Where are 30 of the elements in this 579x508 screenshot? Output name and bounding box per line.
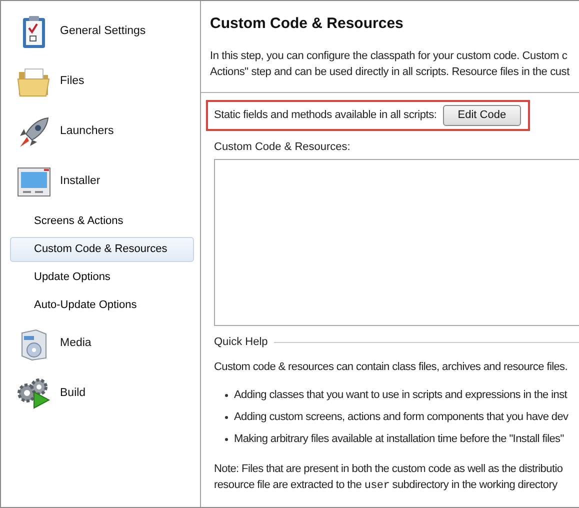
description-text: In this step, you can configure the classpath for your custom code. Custom c Actions" step and can be used directly in all scripts. Resource files in the cust [210, 48, 571, 80]
bullet-text: Making arbitrary files available at installation time before the "Install files" [234, 432, 564, 447]
bullet-text: Adding classes that you want to use in scripts and expressions in the inst [234, 388, 568, 403]
window-icon [17, 167, 51, 197]
gears-play-icon [17, 378, 51, 410]
bullet-icon [225, 438, 228, 440]
note-text: Note: Files that are present in both the custom code as well as the distributio resource file are extracted to the user subdirectory in the working directory [213, 462, 564, 494]
bullet-icon [225, 416, 228, 418]
sidebar-item[interactable]: General Settings [60, 23, 146, 41]
field-label: Static fields and methods available in all scripts: [214, 108, 437, 123]
sidebar-item[interactable]: Build [60, 385, 86, 403]
software-box-icon [19, 327, 49, 361]
edit-code-button[interactable]: Edit Code [442, 104, 522, 126]
sidebar-item[interactable]: Launchers [60, 123, 114, 141]
folder-icon [17, 66, 51, 98]
page-title: Custom Code & Resources [209, 14, 404, 34]
sidebar-item[interactable]: Custom Code & Resources [10, 236, 194, 262]
sidebar-item[interactable]: Update Options [10, 264, 194, 290]
sidebar-item[interactable]: Screens & Actions [10, 208, 194, 234]
help-text: Custom code & resources can contain class files, archives and resource files. [213, 360, 569, 374]
bullet-icon [225, 394, 228, 396]
sidebar-item[interactable]: Installer [60, 173, 100, 191]
sidebar-item[interactable]: Files [60, 73, 84, 91]
sidebar-item[interactable]: Auto-Update Options [10, 292, 194, 318]
rocket-icon [17, 115, 51, 149]
section-heading: Quick Help [214, 335, 268, 350]
list-label: Custom Code & Resources: [213, 140, 352, 154]
sidebar-item[interactable]: Media [60, 335, 92, 353]
resource-list[interactable] [214, 159, 579, 326]
bullet-text: Adding custom screens, actions and form components that you have dev [234, 410, 568, 425]
